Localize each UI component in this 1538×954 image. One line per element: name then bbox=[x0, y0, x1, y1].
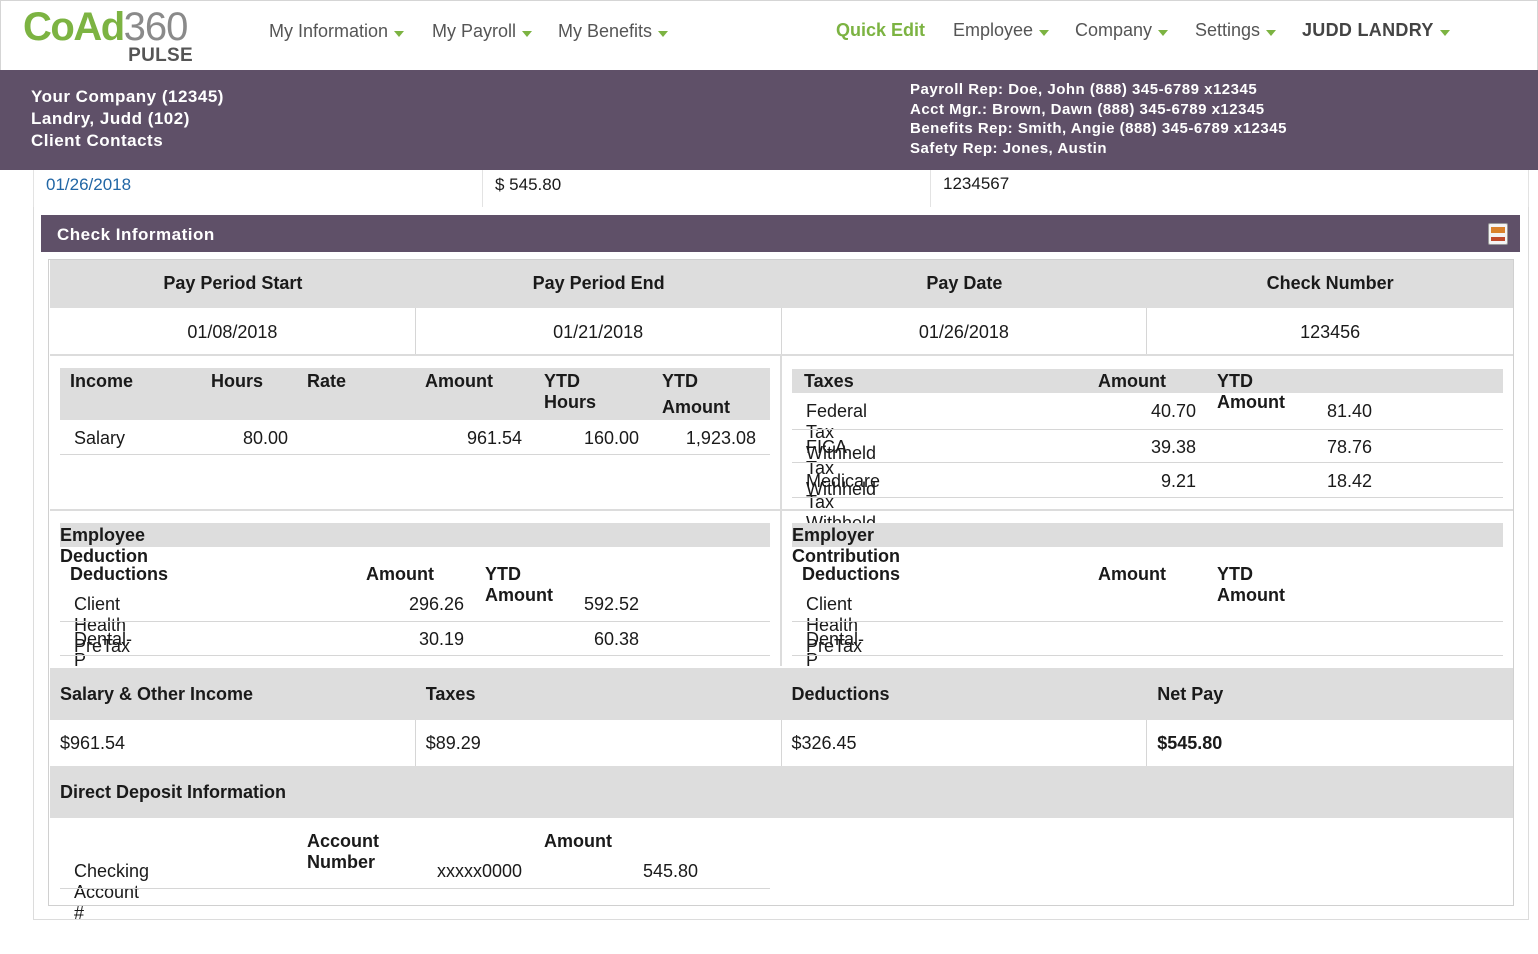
income-row-ytd-amount: 1,923.08 bbox=[685, 428, 756, 448]
coad360-logo[interactable]: CoAd360 PULSE bbox=[23, 7, 198, 67]
income-row-name: Salary bbox=[74, 428, 126, 448]
dd-row-name: Checking Account # bbox=[74, 861, 150, 923]
nav-company[interactable]: Company bbox=[1075, 20, 1169, 41]
tax-row-amount: 39.38 bbox=[1150, 437, 1196, 457]
income-col-ytd-hours: YTD Hours bbox=[544, 371, 597, 412]
summary-taxes-value: $89.29 bbox=[416, 720, 782, 766]
chevron-down-icon bbox=[1158, 29, 1169, 36]
pay-period-end-value: 01/21/2018 bbox=[416, 308, 782, 354]
column-divider bbox=[780, 356, 782, 666]
chevron-down-icon bbox=[1266, 29, 1277, 36]
header-pay-period-end: Pay Period End bbox=[532, 273, 665, 293]
summary-header-row: Salary & Other Income Taxes Deductions N… bbox=[50, 668, 1513, 720]
tax-row-ytd: 78.76 bbox=[1326, 437, 1372, 457]
panel-title: Check Information bbox=[57, 225, 215, 244]
er-con-row-name: Dental-P bbox=[806, 629, 865, 670]
emp-ded-col-deductions: Deductions bbox=[70, 564, 169, 584]
check-number-value: 123456 bbox=[1300, 322, 1361, 342]
tax-row-amount: 9.21 bbox=[1160, 471, 1196, 491]
income-row-ytd-hours: 160.00 bbox=[583, 428, 639, 448]
logo-subtitle: PULSE bbox=[128, 45, 193, 66]
er-con-col-deductions: Deductions bbox=[802, 564, 901, 584]
header-check-number: Check Number bbox=[1266, 273, 1394, 293]
logo-wordmark: CoAd360 bbox=[23, 5, 188, 49]
check-number: 1234567 bbox=[943, 174, 1010, 193]
tax-row-amount: 40.70 bbox=[1150, 401, 1196, 421]
company-name: Your Company (12345) bbox=[31, 87, 224, 106]
employee-deduction-title: Employee Deduction bbox=[60, 525, 148, 566]
nav-my-payroll[interactable]: My Payroll bbox=[432, 21, 533, 42]
emp-ded-row-ytd: 592.52 bbox=[583, 594, 639, 614]
summary-values-row: $961.54 $89.29 $326.45 $545.80 bbox=[50, 720, 1513, 766]
chevron-down-icon bbox=[658, 30, 669, 37]
check-amount: $ 545.80 bbox=[483, 170, 931, 207]
pay-date-value: 01/26/2018 bbox=[782, 308, 1148, 354]
nav-user-menu[interactable]: JUDD LANDRY bbox=[1302, 20, 1450, 41]
summary-col-net-pay: Net Pay bbox=[1157, 684, 1224, 704]
chevron-down-icon bbox=[1039, 29, 1050, 36]
nav-settings[interactable]: Settings bbox=[1195, 20, 1277, 41]
check-history-row: 01/26/2018 $ 545.80 1234567 bbox=[33, 170, 1529, 208]
dd-col-amount: Amount bbox=[544, 831, 612, 851]
section-divider bbox=[50, 509, 1513, 511]
taxes-col-amount: Amount bbox=[1098, 371, 1166, 391]
client-header-band: Your Company (12345) Landry, Judd (102) … bbox=[0, 70, 1538, 170]
taxes-col-taxes: Taxes bbox=[804, 371, 854, 391]
tax-row-ytd: 81.40 bbox=[1326, 401, 1372, 421]
period-header-row: Pay Period Start Pay Period End Pay Date… bbox=[50, 260, 1513, 308]
panel-header: Check Information bbox=[41, 215, 1520, 252]
tax-row-ytd: 18.42 bbox=[1326, 471, 1372, 491]
emp-ded-col-amount: Amount bbox=[366, 564, 434, 584]
income-col-rate: Rate bbox=[307, 371, 347, 391]
summary-col-taxes: Taxes bbox=[425, 684, 476, 704]
benefits-rep: Benefits Rep: Smith, Angie (888) 345-678… bbox=[910, 120, 1287, 137]
income-col-ytd-amount: Amount bbox=[662, 397, 730, 417]
income-col-hours: Hours bbox=[211, 371, 264, 391]
nav-my-information[interactable]: My Information bbox=[269, 21, 405, 42]
top-navigation: CoAd360 PULSE My Information My Payroll … bbox=[0, 0, 1538, 70]
income-col-amount: Amount bbox=[425, 371, 493, 391]
income-col-income: Income bbox=[70, 371, 134, 391]
emp-ded-row-amount: 30.19 bbox=[418, 629, 464, 649]
emp-ded-row-ytd: 60.38 bbox=[593, 629, 639, 649]
nav-my-benefits[interactable]: My Benefits bbox=[558, 21, 669, 42]
income-row-hours: 80.00 bbox=[242, 428, 288, 448]
client-contacts-label: Client Contacts bbox=[31, 131, 164, 150]
print-pdf-icon[interactable] bbox=[1488, 223, 1508, 245]
income-row-amount: 961.54 bbox=[466, 428, 522, 448]
chevron-down-icon bbox=[522, 30, 533, 37]
direct-deposit-title: Direct Deposit Information bbox=[50, 766, 1513, 818]
chevron-down-icon bbox=[1439, 29, 1450, 36]
dd-col-account-number: Account Number bbox=[307, 831, 379, 872]
safety-rep: Safety Rep: Jones, Austin bbox=[910, 139, 1107, 157]
summary-col-deductions: Deductions bbox=[791, 684, 890, 704]
nav-employee[interactable]: Employee bbox=[953, 20, 1050, 41]
pay-period-start-value: 01/08/2018 bbox=[50, 308, 416, 354]
nav-quick-edit[interactable]: Quick Edit bbox=[836, 20, 925, 41]
check-date-link[interactable]: 01/26/2018 bbox=[46, 175, 131, 194]
header-pay-period-start: Pay Period Start bbox=[163, 273, 303, 293]
header-pay-date: Pay Date bbox=[926, 273, 1003, 293]
rep-contacts: Payroll Rep: Doe, John (888) 345-6789 x1… bbox=[910, 80, 1287, 158]
summary-income-value: $961.54 bbox=[50, 720, 416, 766]
chevron-down-icon bbox=[394, 30, 405, 37]
employer-contribution-title: Employer Contribution bbox=[792, 525, 900, 566]
employee-name: Landry, Judd (102) bbox=[31, 109, 190, 128]
er-con-col-ytd-amount: YTD Amount bbox=[1217, 564, 1285, 605]
dd-row-account: xxxxx0000 bbox=[436, 861, 522, 881]
period-values-row: 01/08/2018 01/21/2018 01/26/2018 123456 bbox=[50, 308, 1513, 356]
dd-row-amount: 545.80 bbox=[642, 861, 698, 881]
summary-net-pay-value: $545.80 bbox=[1157, 733, 1223, 753]
summary-col-income: Salary & Other Income bbox=[60, 684, 254, 704]
client-info: Your Company (12345) Landry, Judd (102) … bbox=[31, 86, 224, 152]
payroll-rep: Payroll Rep: Doe, John (888) 345-6789 x1… bbox=[910, 81, 1258, 98]
emp-ded-row-amount: 296.26 bbox=[408, 594, 464, 614]
acct-mgr: Acct Mgr.: Brown, Dawn (888) 345-6789 x1… bbox=[910, 100, 1265, 118]
employee-deduction-title-bar bbox=[60, 523, 770, 547]
income-col-ytd: YTD bbox=[662, 371, 698, 391]
summary-deductions-value: $326.45 bbox=[782, 720, 1148, 766]
er-con-col-amount: Amount bbox=[1098, 564, 1166, 584]
emp-ded-row-name: Dental-P bbox=[74, 629, 133, 670]
